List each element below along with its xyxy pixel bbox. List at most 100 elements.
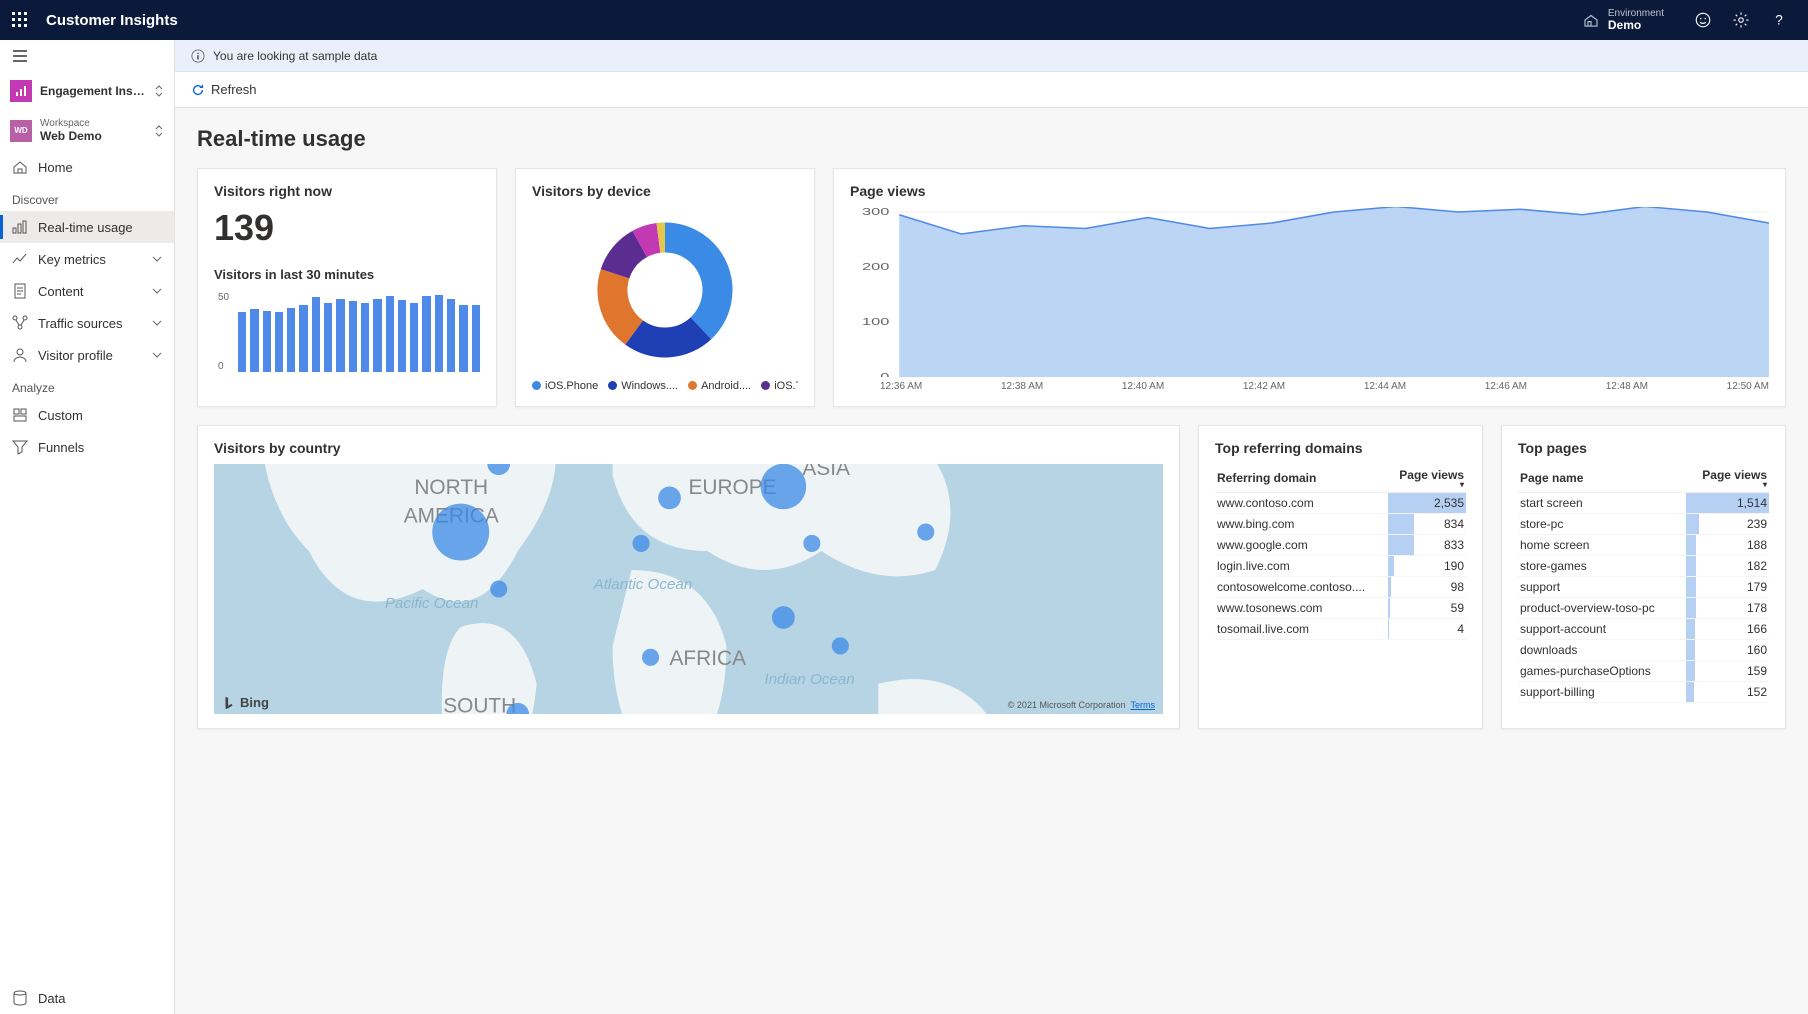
col-views[interactable]: Page views▾: [1686, 464, 1769, 493]
map-bubble[interactable]: [917, 524, 934, 541]
section-analyze: Analyze: [0, 371, 174, 399]
feedback-icon[interactable]: [1694, 11, 1712, 29]
cell-value: 182: [1686, 556, 1769, 577]
workspace-switcher[interactable]: WD Workspace Web Demo: [0, 110, 174, 151]
map-bubble[interactable]: [803, 535, 820, 552]
nav-visitor-profile[interactable]: Visitor profile: [0, 339, 174, 371]
cell-value: 160: [1686, 640, 1769, 661]
nav-home-label: Home: [38, 160, 162, 175]
table-row[interactable]: support-billing152: [1518, 682, 1769, 703]
legend-label: iOS.Phone: [545, 380, 598, 392]
cell-name: support: [1518, 577, 1686, 598]
nav-data[interactable]: Data: [0, 982, 174, 1014]
cell-value: 1,514: [1686, 493, 1769, 514]
bar: [324, 303, 332, 372]
legend-item: Android....: [688, 380, 751, 392]
table-row[interactable]: games-purchaseOptions159: [1518, 661, 1769, 682]
nav-custom-label: Custom: [38, 408, 162, 423]
nav-realtime-usage[interactable]: Real-time usage: [0, 211, 174, 243]
x-tick: 12:46 AM: [1485, 381, 1527, 392]
legend-item: Windows....: [608, 380, 678, 392]
table-row[interactable]: www.google.com833: [1215, 535, 1466, 556]
table-row[interactable]: product-overview-toso-pc178: [1518, 598, 1769, 619]
nav-home[interactable]: Home: [0, 151, 174, 183]
card-visitors-by-device: Visitors by device iOS.PhoneWindows....A…: [515, 168, 815, 407]
nav-traffic-sources[interactable]: Traffic sources: [0, 307, 174, 339]
col-domain[interactable]: Referring domain: [1215, 464, 1388, 493]
nav-custom[interactable]: Custom: [0, 399, 174, 431]
map-bubble[interactable]: [432, 504, 489, 561]
legend-label: Android....: [701, 380, 751, 392]
info-bar: You are looking at sample data: [175, 40, 1808, 72]
page-title: Real-time usage: [197, 126, 1786, 152]
info-icon: [191, 49, 205, 63]
map-terms-link[interactable]: Terms: [1131, 700, 1156, 710]
map-bubble[interactable]: [633, 535, 650, 552]
cell-value: 4: [1388, 619, 1466, 640]
workspace-badge: WD: [10, 120, 32, 142]
table-row[interactable]: tosomail.live.com4: [1215, 619, 1466, 640]
bar: [238, 312, 246, 372]
help-icon[interactable]: ?: [1770, 11, 1788, 29]
nav-funnels[interactable]: Funnels: [0, 431, 174, 463]
y-tick: 0: [218, 361, 229, 372]
world-map[interactable]: NORTH AMERICA EUROPE ASIA AFRICA SOUTH A…: [214, 464, 1163, 714]
chevron-down-icon: [152, 286, 162, 296]
environment-switcher[interactable]: Environment Demo: [1582, 8, 1664, 32]
map-attrib: Bing: [222, 695, 269, 710]
table-row[interactable]: store-pc239: [1518, 514, 1769, 535]
table-row[interactable]: www.contoso.com2,535: [1215, 493, 1466, 514]
x-tick: 12:36 AM: [880, 381, 922, 392]
map-bubble[interactable]: [772, 606, 795, 629]
map-bubble[interactable]: [490, 580, 507, 597]
product-switcher[interactable]: Engagement Insights (...: [0, 72, 174, 110]
map-bubble[interactable]: [658, 487, 681, 510]
table-row[interactable]: home screen188: [1518, 535, 1769, 556]
legend-swatch: [761, 381, 770, 390]
x-tick: 12:50 AM: [1727, 381, 1769, 392]
cell-name: games-purchaseOptions: [1518, 661, 1686, 682]
donut-slice: [615, 244, 640, 274]
card-now-sub: Visitors in last 30 minutes: [214, 267, 480, 282]
map-bubble[interactable]: [761, 464, 807, 509]
table-row[interactable]: www.bing.com834: [1215, 514, 1466, 535]
col-page[interactable]: Page name: [1518, 464, 1686, 493]
bar: [275, 312, 283, 372]
table-row[interactable]: store-games182: [1518, 556, 1769, 577]
table-row[interactable]: login.live.com190: [1215, 556, 1466, 577]
cell-name: www.bing.com: [1215, 514, 1388, 535]
map-bubble[interactable]: [832, 637, 849, 654]
app-launcher-icon[interactable]: [10, 10, 30, 30]
table-row[interactable]: support179: [1518, 577, 1769, 598]
cell-name: www.contoso.com: [1215, 493, 1388, 514]
table-row[interactable]: contosowelcome.contoso....98: [1215, 577, 1466, 598]
bar: [386, 296, 394, 372]
svg-text:0: 0: [880, 371, 890, 377]
nav-key-metrics[interactable]: Key metrics: [0, 243, 174, 275]
table-row[interactable]: support-account166: [1518, 619, 1769, 640]
cell-name: support-billing: [1518, 682, 1686, 703]
col-views[interactable]: Page views▾: [1388, 464, 1466, 493]
table-row[interactable]: www.tosonews.com59: [1215, 598, 1466, 619]
refresh-button[interactable]: Refresh: [191, 82, 257, 97]
bar: [312, 297, 320, 372]
legend-label: Windows....: [621, 380, 678, 392]
card-top-pages: Top pages Page name Page views▾ start sc…: [1501, 425, 1786, 729]
bar: [398, 300, 406, 372]
bar: [459, 305, 467, 372]
cell-name: www.google.com: [1215, 535, 1388, 556]
table-row[interactable]: start screen1,514: [1518, 493, 1769, 514]
gear-icon[interactable]: [1732, 11, 1750, 29]
cell-name: product-overview-toso-pc: [1518, 598, 1686, 619]
pv-x-labels: 12:36 AM12:38 AM12:40 AM12:42 AM12:44 AM…: [850, 381, 1769, 392]
table-row[interactable]: downloads160: [1518, 640, 1769, 661]
map-bubble[interactable]: [642, 649, 659, 666]
svg-text:Atlantic Ocean: Atlantic Ocean: [593, 576, 693, 593]
legend-swatch: [608, 381, 617, 390]
hamburger-toggle[interactable]: [0, 40, 174, 72]
database-icon: [12, 990, 28, 1006]
line-chart-icon: [12, 251, 28, 267]
nav-content[interactable]: Content: [0, 275, 174, 307]
cell-value: 98: [1388, 577, 1466, 598]
svg-text:Indian Ocean: Indian Ocean: [764, 671, 854, 688]
